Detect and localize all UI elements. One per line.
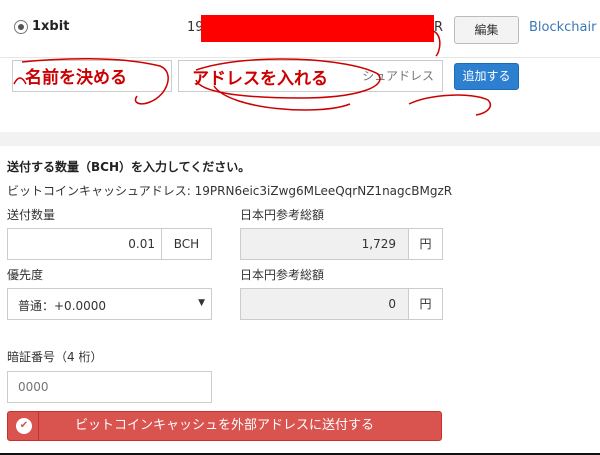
priority-select[interactable]: 普通：+0.0000 ▼ — [7, 288, 212, 320]
jpy-value-1: 1,729 — [361, 237, 396, 251]
send-button[interactable]: ✔ ビットコインキャッシュを外部アドレスに送付する — [7, 411, 442, 441]
address-radio[interactable] — [14, 20, 28, 34]
address-suffix: R — [434, 20, 444, 35]
saved-address-row: 1xbit 19 R 編集 Blockchair — [0, 0, 600, 58]
jpy-field-2: 0 円 — [240, 288, 443, 320]
blockchair-link[interactable]: Blockchair — [529, 20, 596, 35]
address-name: 1xbit — [32, 19, 70, 34]
jpy-unit-2: 円 — [408, 289, 442, 319]
redaction-bar — [201, 15, 434, 42]
jpy-value-2: 0 — [388, 297, 396, 311]
chevron-down-icon: ▼ — [198, 298, 205, 308]
handwritten-name-note: 名前を決める — [25, 68, 127, 88]
bch-address: ビットコインキャッシュアドレス: 19PRN6eic3iZwg6MLeeQqrN… — [7, 184, 453, 198]
pin-input[interactable] — [8, 372, 211, 402]
priority-label: 優先度 — [7, 268, 44, 282]
check-circle-icon: ✔ — [16, 418, 32, 434]
priority-value: 普通：+0.0000 — [18, 299, 107, 313]
address-book-panel: 1xbit 19 R 編集 Blockchair 追加する 名前を決める アドレ… — [0, 0, 600, 132]
amount-unit: BCH — [161, 229, 211, 259]
button-separator — [38, 412, 39, 440]
jpy-label-1: 日本円参考総額 — [240, 208, 325, 222]
add-button[interactable]: 追加する — [454, 63, 519, 90]
amount-field[interactable]: 0.01 BCH — [7, 228, 212, 260]
pin-label: 暗証番号（4 桁） — [7, 350, 103, 364]
section-divider — [0, 132, 600, 146]
pin-field-wrapper — [7, 371, 212, 403]
send-form: 送付する数量（BCH）を入力してください。 ビットコインキャッシュアドレス: 1… — [0, 146, 600, 455]
jpy-unit-1: 円 — [408, 229, 442, 259]
jpy-field-1: 1,729 円 — [240, 228, 443, 260]
amount-value: 0.01 — [128, 237, 155, 251]
amount-label: 送付数量 — [7, 208, 56, 222]
edit-button[interactable]: 編集 — [454, 16, 519, 44]
jpy-label-2: 日本円参考総額 — [240, 268, 325, 282]
send-button-label: ビットコインキャッシュを外部アドレスに送付する — [74, 418, 374, 433]
send-title: 送付する数量（BCH）を入力してください。 — [7, 160, 251, 174]
handwritten-address-note: アドレスを入れる — [192, 69, 328, 89]
